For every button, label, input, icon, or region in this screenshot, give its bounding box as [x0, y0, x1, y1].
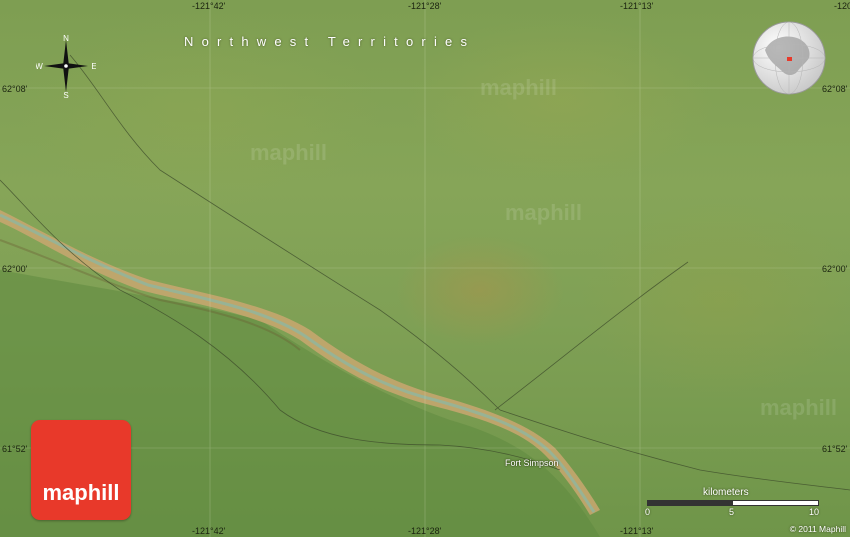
lon-label-top-1: -121°42'	[192, 1, 226, 11]
lat-label-left-3: 61°52'	[2, 444, 28, 454]
svg-text:maphill: maphill	[760, 395, 837, 420]
region-label: Northwest Territories	[184, 34, 476, 49]
scale-tick-0: 0	[645, 507, 651, 517]
map-view[interactable]: maphill maphill maphill maphill -121°42'…	[0, 0, 850, 537]
city-label[interactable]: Fort Simpson	[505, 458, 559, 468]
lon-label-top-3: -121°13'	[620, 1, 654, 11]
svg-text:maphill: maphill	[480, 75, 557, 100]
lat-label-left-1: 62°08'	[2, 84, 28, 94]
lon-label-top-2: -121°28'	[408, 1, 442, 11]
scale-tick-10: 10	[809, 507, 820, 517]
compass-icon: N S W E	[35, 34, 96, 100]
lon-label-bottom-2: -121°28'	[408, 526, 442, 536]
lat-label-right-3: 61°52'	[822, 444, 848, 454]
locator-globe-icon	[751, 20, 827, 96]
scale-bar: kilometers 0 5 10	[645, 487, 820, 521]
lon-label-bottom-1: -121°42'	[192, 526, 226, 536]
compass-south-label: S	[63, 91, 68, 98]
watermark: maphill maphill maphill maphill	[250, 75, 837, 420]
svg-text:maphill: maphill	[250, 140, 327, 165]
scale-bar-graphic	[647, 500, 819, 506]
compass-west-label: W	[36, 62, 43, 71]
copyright-notice: © 2011 Maphill	[789, 524, 846, 534]
lon-label-bottom-3: -121°13'	[620, 526, 654, 536]
logo-text: maphill	[42, 480, 120, 505]
compass-north-label: N	[63, 34, 69, 43]
lat-label-right-2: 62°00'	[822, 264, 848, 274]
maphill-logo[interactable]: maphill	[31, 420, 131, 520]
compass-east-label: E	[91, 62, 96, 71]
lat-label-left-2: 62°00'	[2, 264, 28, 274]
svg-text:maphill: maphill	[505, 200, 582, 225]
scale-tick-5: 5	[729, 507, 735, 517]
lon-label-top-4: -120	[834, 1, 850, 11]
scale-title: kilometers	[703, 487, 749, 498]
